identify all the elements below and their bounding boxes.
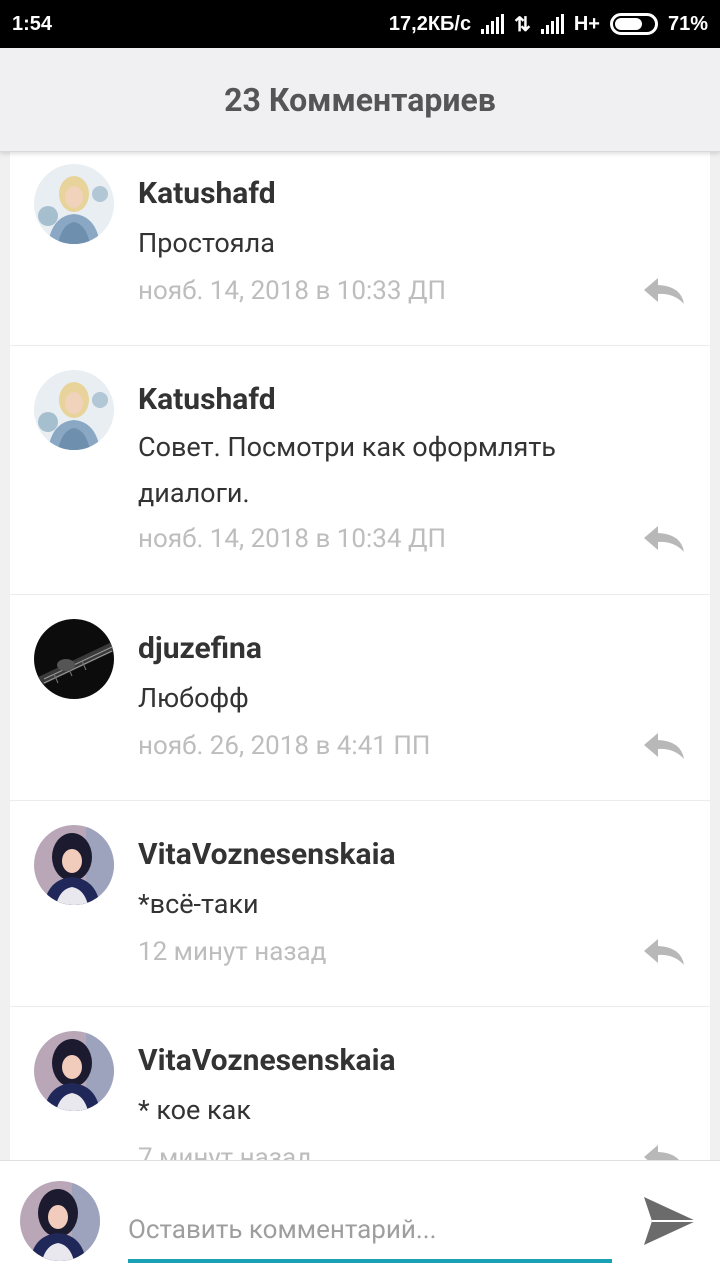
- comment-text: Любофф: [138, 682, 249, 714]
- status-bar: 1:54 17,2КБ/с ⇅ H+ 71%: [0, 0, 720, 48]
- avatar[interactable]: [34, 619, 114, 699]
- comment-composer: [0, 1160, 720, 1280]
- network-speed: 17,2КБ/с: [388, 12, 472, 35]
- avatar[interactable]: [34, 164, 114, 244]
- status-time: 1:54: [12, 12, 53, 35]
- comment-time: 12 минут назад: [138, 937, 327, 967]
- comment-time: нояб. 14, 2018 в 10:34 ДП: [138, 524, 447, 554]
- comment-time: 7 минут назад: [138, 1143, 312, 1160]
- data-transfer-icon: ⇅: [514, 13, 531, 36]
- reply-icon[interactable]: [642, 524, 686, 554]
- comments-header: 23 Комментариев: [0, 48, 720, 152]
- comment-author[interactable]: VitaVoznesenskaia: [138, 1043, 396, 1078]
- network-type: H+: [573, 12, 600, 35]
- comment-item: VitaVoznesenskaia * кое как 7 минут наза…: [10, 1007, 710, 1160]
- comment-author[interactable]: Katushafd: [138, 382, 276, 417]
- comment-text: Простояла: [138, 227, 275, 259]
- battery-icon: [609, 13, 658, 35]
- comment-author[interactable]: Katushafd: [138, 176, 276, 211]
- signal-icon-2: [540, 14, 564, 34]
- reply-icon[interactable]: [642, 1143, 686, 1160]
- comment-item: Katushafd Простояла нояб. 14, 2018 в 10:…: [10, 152, 710, 346]
- comment-author[interactable]: VitaVoznesenskaia: [138, 837, 396, 872]
- comment-text: * кое как: [138, 1094, 251, 1126]
- comment-text: Совет. Посмотри как оформлять диалоги.: [138, 431, 556, 509]
- comment-item: djuzefina Любофф нояб. 26, 2018 в 4:41 П…: [10, 595, 710, 801]
- comment-item: VitaVoznesenskaia *всё-таки 12 минут наз…: [10, 801, 710, 1007]
- comment-input[interactable]: [128, 1201, 612, 1263]
- reply-icon[interactable]: [642, 731, 686, 761]
- battery-percent: 71%: [667, 12, 708, 35]
- reply-icon[interactable]: [642, 937, 686, 967]
- comment-time: нояб. 14, 2018 в 10:33 ДП: [138, 276, 447, 306]
- comment-list[interactable]: Katushafd Простояла нояб. 14, 2018 в 10:…: [10, 152, 710, 1160]
- comment-text: *всё-таки: [138, 888, 259, 920]
- send-icon[interactable]: [640, 1191, 700, 1251]
- page-title: 23 Комментариев: [224, 80, 496, 119]
- avatar[interactable]: [34, 825, 114, 905]
- avatar[interactable]: [34, 370, 114, 450]
- reply-icon[interactable]: [642, 276, 686, 306]
- comment-item: Katushafd Совет. Посмотри как оформлять …: [10, 346, 710, 595]
- current-user-avatar: [20, 1181, 100, 1261]
- comment-time: нояб. 26, 2018 в 4:41 ПП: [138, 731, 431, 761]
- comment-author[interactable]: djuzefina: [138, 631, 262, 666]
- signal-icon: [481, 14, 505, 34]
- avatar[interactable]: [34, 1031, 114, 1111]
